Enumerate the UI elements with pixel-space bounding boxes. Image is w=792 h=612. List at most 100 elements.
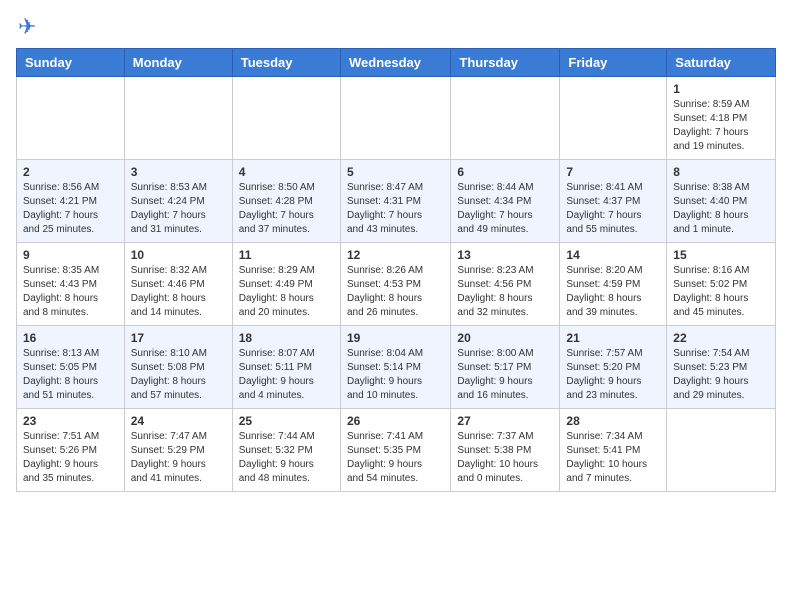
calendar-cell: 3 Sunrise: 8:53 AM Sunset: 4:24 PM Daylig…	[124, 160, 232, 243]
calendar-cell	[17, 77, 125, 160]
day-number: 1	[673, 82, 769, 96]
calendar-cell: 28 Sunrise: 7:34 AM Sunset: 5:41 PM Dayli…	[560, 409, 667, 492]
day-info: Sunrise: 8:44 AM Sunset: 4:34 PM Dayligh…	[457, 181, 553, 237]
day-info: Sunrise: 8:50 AM Sunset: 4:28 PM Dayligh…	[239, 181, 334, 237]
day-number: 6	[457, 165, 553, 179]
day-info: Sunrise: 8:10 AM Sunset: 5:08 PM Dayligh…	[131, 347, 226, 403]
calendar-header-row: SundayMondayTuesdayWednesdayThursdayFrid…	[17, 49, 776, 77]
weekday-header-friday: Friday	[560, 49, 667, 77]
calendar-cell: 6 Sunrise: 8:44 AM Sunset: 4:34 PM Daylig…	[451, 160, 560, 243]
logo-bird-icon: ✈	[18, 16, 36, 38]
calendar-cell: 22 Sunrise: 7:54 AM Sunset: 5:23 PM Dayli…	[667, 326, 776, 409]
day-info: Sunrise: 8:07 AM Sunset: 5:11 PM Dayligh…	[239, 347, 334, 403]
calendar-week-row: 1 Sunrise: 8:59 AM Sunset: 4:18 PM Daylig…	[17, 77, 776, 160]
calendar-cell: 1 Sunrise: 8:59 AM Sunset: 4:18 PM Daylig…	[667, 77, 776, 160]
day-info: Sunrise: 8:00 AM Sunset: 5:17 PM Dayligh…	[457, 347, 553, 403]
day-number: 20	[457, 331, 553, 345]
calendar-cell	[232, 77, 340, 160]
calendar-cell: 21Sunrise: 7:57 AM Sunset: 5:20 PM Dayli…	[560, 326, 667, 409]
day-info: Sunrise: 8:41 AM Sunset: 4:37 PM Dayligh…	[566, 181, 660, 237]
day-number: 21	[566, 331, 660, 345]
calendar-cell: 10 Sunrise: 8:32 AM Sunset: 4:46 PM Dayli…	[124, 243, 232, 326]
weekday-header-saturday: Saturday	[667, 49, 776, 77]
day-number: 28	[566, 414, 660, 428]
day-number: 9	[23, 248, 118, 262]
day-number: 15	[673, 248, 769, 262]
weekday-header-sunday: Sunday	[17, 49, 125, 77]
day-info: Sunrise: 8:16 AM Sunset: 5:02 PM Dayligh…	[673, 264, 769, 320]
calendar-cell: 23 Sunrise: 7:51 AM Sunset: 5:26 PM Dayli…	[17, 409, 125, 492]
day-info: Sunrise: 8:56 AM Sunset: 4:21 PM Dayligh…	[23, 181, 118, 237]
day-number: 8	[673, 165, 769, 179]
day-info: Sunrise: 8:26 AM Sunset: 4:53 PM Dayligh…	[347, 264, 444, 320]
calendar-cell: 19 Sunrise: 8:04 AM Sunset: 5:14 PM Dayli…	[340, 326, 450, 409]
day-number: 4	[239, 165, 334, 179]
day-number: 10	[131, 248, 226, 262]
calendar-cell: 8 Sunrise: 8:38 AM Sunset: 4:40 PM Daylig…	[667, 160, 776, 243]
weekday-header-thursday: Thursday	[451, 49, 560, 77]
day-info: Sunrise: 8:47 AM Sunset: 4:31 PM Dayligh…	[347, 181, 444, 237]
calendar-cell: 26 Sunrise: 7:41 AM Sunset: 5:35 PM Dayli…	[340, 409, 450, 492]
day-number: 26	[347, 414, 444, 428]
calendar-table: SundayMondayTuesdayWednesdayThursdayFrid…	[16, 48, 776, 492]
calendar-cell	[124, 77, 232, 160]
day-number: 24	[131, 414, 226, 428]
calendar-week-row: 16Sunrise: 8:13 AM Sunset: 5:05 PM Dayli…	[17, 326, 776, 409]
calendar-cell: 17 Sunrise: 8:10 AM Sunset: 5:08 PM Dayli…	[124, 326, 232, 409]
calendar-cell: 11 Sunrise: 8:29 AM Sunset: 4:49 PM Dayli…	[232, 243, 340, 326]
calendar-cell: 14 Sunrise: 8:20 AM Sunset: 4:59 PM Dayli…	[560, 243, 667, 326]
day-number: 18	[239, 331, 334, 345]
day-info: Sunrise: 8:53 AM Sunset: 4:24 PM Dayligh…	[131, 181, 226, 237]
page-header: ✈	[16, 16, 776, 38]
calendar-cell	[340, 77, 450, 160]
day-number: 14	[566, 248, 660, 262]
weekday-header-monday: Monday	[124, 49, 232, 77]
calendar-cell: 5Sunrise: 8:47 AM Sunset: 4:31 PM Daylig…	[340, 160, 450, 243]
day-info: Sunrise: 7:51 AM Sunset: 5:26 PM Dayligh…	[23, 430, 118, 486]
day-number: 7	[566, 165, 660, 179]
day-number: 13	[457, 248, 553, 262]
calendar-cell: 2 Sunrise: 8:56 AM Sunset: 4:21 PM Daylig…	[17, 160, 125, 243]
day-number: 16	[23, 331, 118, 345]
day-number: 3	[131, 165, 226, 179]
weekday-header-tuesday: Tuesday	[232, 49, 340, 77]
calendar-cell	[560, 77, 667, 160]
calendar-cell: 27 Sunrise: 7:37 AM Sunset: 5:38 PM Dayli…	[451, 409, 560, 492]
calendar-cell: 18 Sunrise: 8:07 AM Sunset: 5:11 PM Dayli…	[232, 326, 340, 409]
day-number: 2	[23, 165, 118, 179]
day-info: Sunrise: 7:37 AM Sunset: 5:38 PM Dayligh…	[457, 430, 553, 486]
weekday-header-wednesday: Wednesday	[340, 49, 450, 77]
calendar-cell: 4 Sunrise: 8:50 AM Sunset: 4:28 PM Daylig…	[232, 160, 340, 243]
day-info: Sunrise: 8:38 AM Sunset: 4:40 PM Dayligh…	[673, 181, 769, 237]
calendar-cell	[667, 409, 776, 492]
day-info: Sunrise: 7:34 AM Sunset: 5:41 PM Dayligh…	[566, 430, 660, 486]
day-number: 27	[457, 414, 553, 428]
calendar-cell: 15 Sunrise: 8:16 AM Sunset: 5:02 PM Dayli…	[667, 243, 776, 326]
day-number: 17	[131, 331, 226, 345]
day-number: 12	[347, 248, 444, 262]
day-info: Sunrise: 8:04 AM Sunset: 5:14 PM Dayligh…	[347, 347, 444, 403]
day-info: Sunrise: 8:32 AM Sunset: 4:46 PM Dayligh…	[131, 264, 226, 320]
day-info: Sunrise: 8:20 AM Sunset: 4:59 PM Dayligh…	[566, 264, 660, 320]
day-number: 23	[23, 414, 118, 428]
calendar-cell: 12 Sunrise: 8:26 AM Sunset: 4:53 PM Dayli…	[340, 243, 450, 326]
calendar-week-row: 23 Sunrise: 7:51 AM Sunset: 5:26 PM Dayli…	[17, 409, 776, 492]
day-info: Sunrise: 7:41 AM Sunset: 5:35 PM Dayligh…	[347, 430, 444, 486]
day-info: Sunrise: 7:54 AM Sunset: 5:23 PM Dayligh…	[673, 347, 769, 403]
calendar-cell: 24 Sunrise: 7:47 AM Sunset: 5:29 PM Dayli…	[124, 409, 232, 492]
day-info: Sunrise: 8:35 AM Sunset: 4:43 PM Dayligh…	[23, 264, 118, 320]
calendar-cell: 7 Sunrise: 8:41 AM Sunset: 4:37 PM Daylig…	[560, 160, 667, 243]
day-info: Sunrise: 8:29 AM Sunset: 4:49 PM Dayligh…	[239, 264, 334, 320]
calendar-cell: 9 Sunrise: 8:35 AM Sunset: 4:43 PM Daylig…	[17, 243, 125, 326]
calendar-cell	[451, 77, 560, 160]
calendar-cell: 13 Sunrise: 8:23 AM Sunset: 4:56 PM Dayli…	[451, 243, 560, 326]
day-info: Sunrise: 8:59 AM Sunset: 4:18 PM Dayligh…	[673, 98, 769, 154]
day-number: 25	[239, 414, 334, 428]
day-info: Sunrise: 7:47 AM Sunset: 5:29 PM Dayligh…	[131, 430, 226, 486]
day-number: 22	[673, 331, 769, 345]
day-info: Sunrise: 8:23 AM Sunset: 4:56 PM Dayligh…	[457, 264, 553, 320]
day-number: 11	[239, 248, 334, 262]
calendar-cell: 25Sunrise: 7:44 AM Sunset: 5:32 PM Dayli…	[232, 409, 340, 492]
day-number: 19	[347, 331, 444, 345]
calendar-week-row: 9 Sunrise: 8:35 AM Sunset: 4:43 PM Daylig…	[17, 243, 776, 326]
